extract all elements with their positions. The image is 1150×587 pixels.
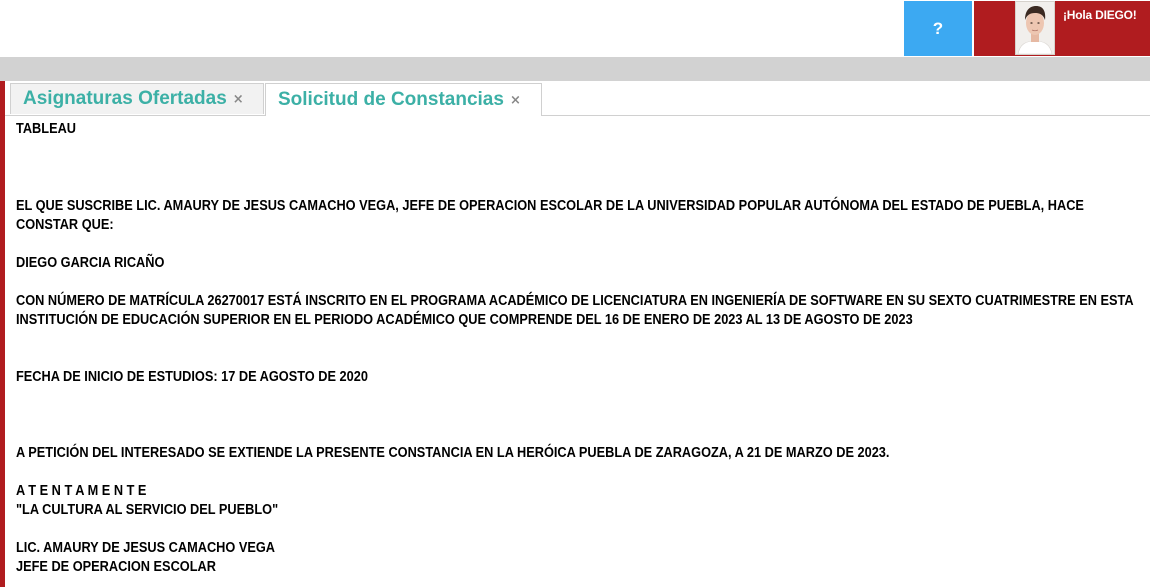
- document-title: TABLEAU: [16, 121, 77, 137]
- student-name: DIEGO GARCIA RICAÑO: [16, 255, 165, 271]
- close-icon[interactable]: ×: [233, 92, 244, 107]
- avatar[interactable]: [1015, 1, 1055, 55]
- closing-text: A T E N T A M E N T E: [16, 483, 147, 499]
- tab-label: Asignaturas Ofertadas: [23, 88, 227, 109]
- enrollment-paragraph: CON NÚMERO DE MATRÍCULA 26270017 ESTÁ IN…: [16, 293, 1137, 328]
- signer-name: LIC. AMAURY DE JESUS CAMACHO VEGA: [16, 540, 276, 556]
- petition-paragraph: A PETICIÓN DEL INTERESADO SE EXTIENDE LA…: [16, 445, 890, 461]
- tab-label: Solicitud de Constancias: [278, 89, 504, 110]
- help-icon: ?: [932, 18, 944, 38]
- toolbar-separator: [0, 57, 1150, 81]
- left-accent-stripe: [0, 81, 5, 587]
- top-bar: ? ¡Hola DIEGO!: [0, 0, 1150, 57]
- signer-title: JEFE DE OPERACION ESCOLAR: [16, 559, 216, 575]
- intro-paragraph: EL QUE SUSCRIBE LIC. AMAURY DE JESUS CAM…: [16, 198, 1088, 233]
- tab-strip: Asignaturas Ofertadas × Solicitud de Con…: [5, 81, 1150, 116]
- motto-text: "LA CULTURA AL SERVICIO DEL PUEBLO": [16, 502, 279, 518]
- close-icon[interactable]: ×: [510, 93, 521, 108]
- tab-asignaturas-ofertadas[interactable]: Asignaturas Ofertadas ×: [10, 83, 264, 114]
- user-menu[interactable]: ¡Hola DIEGO!: [974, 1, 1150, 56]
- user-photo-icon: [1016, 2, 1054, 54]
- help-button[interactable]: ?: [904, 1, 972, 56]
- tab-solicitud-de-constancias[interactable]: Solicitud de Constancias ×: [265, 83, 542, 116]
- greeting-text: ¡Hola DIEGO!: [1063, 8, 1137, 22]
- start-date: FECHA DE INICIO DE ESTUDIOS: 17 DE AGOST…: [16, 369, 368, 385]
